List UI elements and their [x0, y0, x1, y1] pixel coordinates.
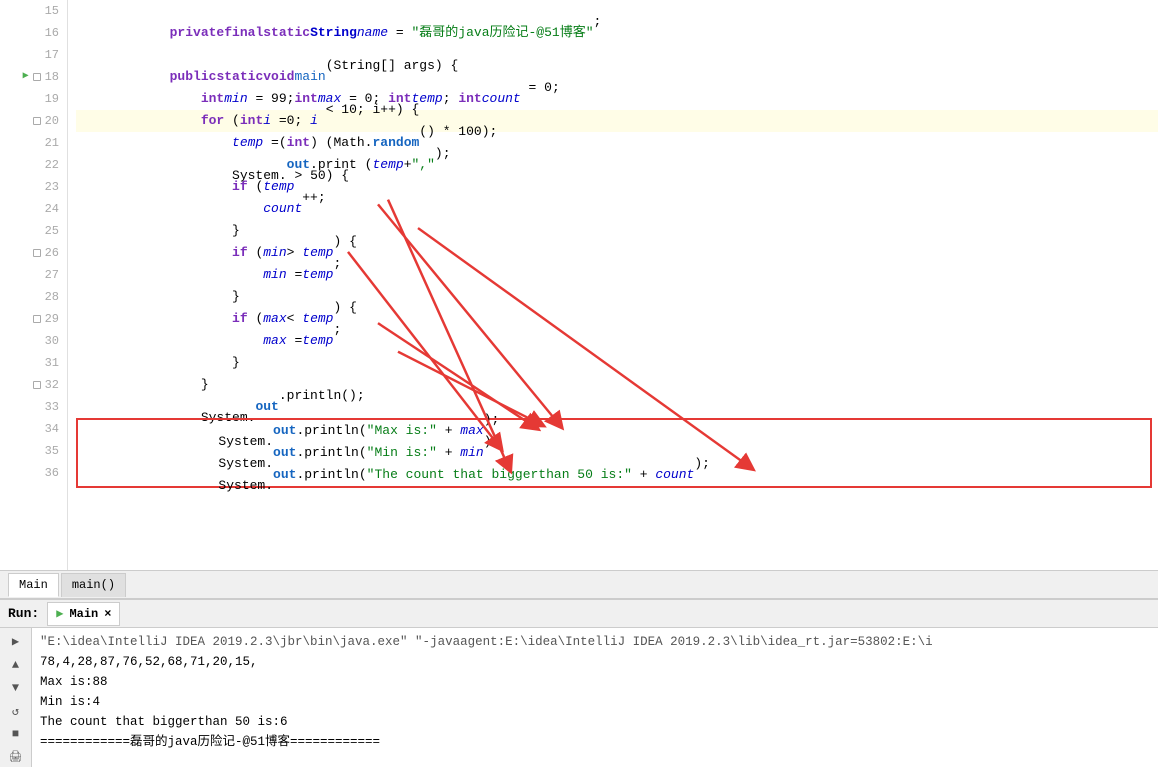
gutter-line-34: 34	[45, 418, 59, 440]
run-toolbar: ▶ ▲ ▼ ↺ ■ 🖨	[0, 628, 32, 767]
code-line-16: private final static String name = "磊哥的j…	[76, 22, 1158, 44]
run-reload-button[interactable]: ↺	[6, 702, 26, 721]
tab-main-method[interactable]: main()	[61, 573, 126, 597]
breakpoint-marker-32[interactable]	[33, 381, 41, 389]
run-output-line-1: 78,4,28,87,76,52,68,71,20,15,	[40, 652, 1150, 672]
run-print-button[interactable]: 🖨	[6, 748, 26, 767]
tab-main[interactable]: Main	[8, 573, 59, 597]
run-up-button[interactable]: ▲	[6, 655, 26, 674]
run-content: ▶ ▲ ▼ ↺ ■ 🖨 "E:\idea\IntelliJ IDEA 2019.…	[0, 628, 1158, 767]
run-arrow-icon: ▶	[23, 66, 29, 88]
code-line-28: }	[76, 286, 1158, 308]
gutter-line-15: 15	[45, 0, 59, 22]
run-output-line-2: Max is:88	[40, 672, 1150, 692]
gutter-line-23: 23	[45, 176, 59, 198]
breakpoint-marker-29[interactable]	[33, 315, 41, 323]
run-play-button[interactable]: ▶	[6, 632, 26, 651]
gutter-line-20: 20	[33, 110, 59, 132]
breakpoint-marker-26[interactable]	[33, 249, 41, 257]
breakpoint-marker-20[interactable]	[33, 117, 41, 125]
breakpoint-marker[interactable]	[33, 73, 41, 81]
tab-main-method-label: main()	[72, 578, 115, 592]
editor-tabs-bar: Main main()	[0, 570, 1158, 598]
run-panel: Run: ▶ Main × ▶ ▲ ▼ ↺ ■ 🖨 "E:\idea\Intel…	[0, 598, 1158, 767]
code-line-22: System.out.print (temp+",");	[76, 154, 1158, 176]
run-output-line-0: "E:\idea\IntelliJ IDEA 2019.2.3\jbr\bin\…	[40, 632, 1150, 652]
run-tab-close[interactable]: ×	[104, 607, 111, 621]
code-line-25: }	[76, 220, 1158, 242]
run-tab-main[interactable]: ▶ Main ×	[47, 602, 120, 626]
run-output-line-4: The count that biggerthan 50 is:6	[40, 712, 1150, 732]
run-icon: ▶	[56, 606, 63, 621]
code-line-19: int min = 99;int max = 0; int temp; int …	[76, 88, 1158, 110]
run-tab-label: Main	[69, 607, 98, 621]
gutter-line-35: 35	[45, 440, 59, 462]
tab-main-label: Main	[19, 578, 48, 592]
line-number-gutter: 15 16 17 ▶ 18 19 20 21 22 23 24 25 26 27	[0, 0, 68, 570]
code-line-18: public static void main(String[] args) {	[76, 66, 1158, 88]
gutter-line-26: 26	[33, 242, 59, 264]
code-line-31: }	[76, 352, 1158, 374]
run-down-button[interactable]: ▼	[6, 678, 26, 697]
gutter-line-36: 36	[45, 462, 59, 484]
gutter-line-19: 19	[45, 88, 59, 110]
gutter-line-22: 22	[45, 154, 59, 176]
editor-area: 15 16 17 ▶ 18 19 20 21 22 23 24 25 26 27	[0, 0, 1158, 570]
gutter-line-16: 16	[45, 22, 59, 44]
gutter-line-18: ▶ 18	[23, 66, 59, 88]
gutter-line-28: 28	[45, 286, 59, 308]
gutter-line-25: 25	[45, 220, 59, 242]
gutter-line-24: 24	[45, 198, 59, 220]
gutter-line-32: 32	[33, 374, 59, 396]
gutter-line-21: 21	[45, 132, 59, 154]
gutter-line-30: 30	[45, 330, 59, 352]
code-line-20: for (int i =0; i < 10; i++) {	[76, 110, 1158, 132]
run-output-line-3: Min is:4	[40, 692, 1150, 712]
gutter-line-33: 33	[45, 396, 59, 418]
gutter-line-29: 29	[33, 308, 59, 330]
run-panel-header: Run: ▶ Main ×	[0, 600, 1158, 628]
code-line-36: System.out.println("The count that bigge…	[78, 464, 1150, 486]
run-label: Run:	[8, 606, 39, 621]
run-stop-button[interactable]: ■	[6, 725, 26, 744]
gutter-line-17: 17	[45, 44, 59, 66]
gutter-line-31: 31	[45, 352, 59, 374]
code-lines: private final static String name = "磊哥的j…	[68, 0, 1158, 570]
gutter-line-27: 27	[45, 264, 59, 286]
run-output-line-5: ============磊哥的java历险记-@51博客============	[40, 732, 1150, 752]
red-box-container: System.out.println("Max is:" + max); Sys…	[76, 418, 1152, 488]
run-output: "E:\idea\IntelliJ IDEA 2019.2.3\jbr\bin\…	[32, 628, 1158, 767]
